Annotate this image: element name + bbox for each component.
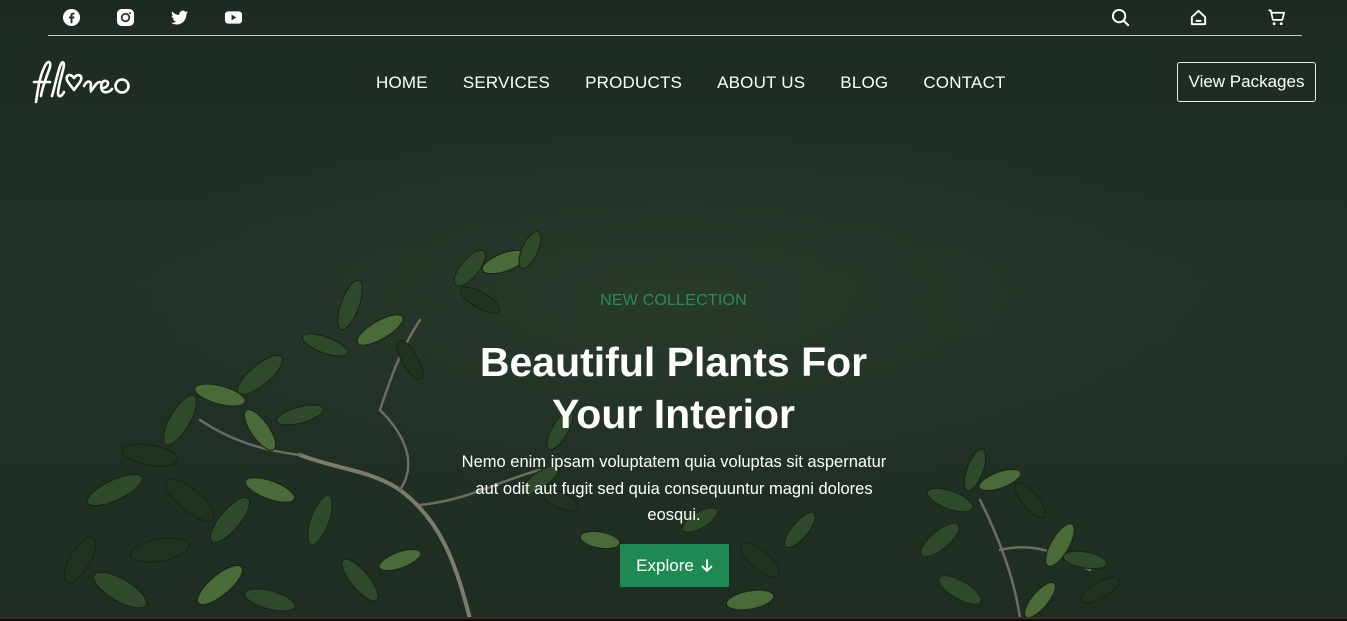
youtube-icon[interactable] (224, 8, 243, 27)
nav-item-services[interactable]: SERVICES (463, 72, 550, 94)
home-icon[interactable] (1189, 8, 1208, 27)
twitter-icon[interactable] (170, 8, 189, 27)
hero-title-line-1: Beautiful Plants For (479, 339, 868, 385)
header-utilities (1111, 8, 1286, 27)
hero-description-line-3: eosqui. (647, 506, 701, 524)
hero-title: Beautiful Plants For Your Interior (0, 336, 1347, 440)
cart-icon[interactable] (1267, 8, 1286, 27)
nav-item-blog[interactable]: BLOG (840, 72, 888, 94)
social-links (62, 8, 243, 27)
facebook-icon[interactable] (62, 8, 81, 27)
hero-kicker: NEW COLLECTION (600, 292, 747, 309)
instagram-icon[interactable] (116, 8, 135, 27)
brand-logo[interactable]: floreo (30, 52, 134, 110)
nav-item-products[interactable]: PRODUCTS (585, 72, 682, 94)
hero-section: floreo HOME SERVICES PRODUCTS ABOUT US B… (0, 0, 1347, 619)
hero-bottom-border (0, 617, 1347, 619)
nav-item-home[interactable]: HOME (376, 72, 428, 94)
top-bar (48, 0, 1302, 36)
view-packages-button[interactable]: View Packages (1177, 62, 1316, 102)
nav-item-about-us[interactable]: ABOUT US (717, 72, 805, 94)
hero-description: Nemo enim ipsam voluptatem quia voluptas… (441, 449, 907, 529)
main-nav: HOME SERVICES PRODUCTS ABOUT US BLOG CON… (376, 72, 1006, 94)
explore-button[interactable]: Explore (620, 544, 729, 587)
hero-title-line-2: Your Interior (552, 391, 795, 437)
search-icon[interactable] (1111, 8, 1130, 27)
explore-button-label: Explore (636, 555, 694, 575)
hero-description-line-2: aut odit aut fugit sed quia consequuntur… (475, 479, 873, 498)
hero-description-line-1: Nemo enim ipsam voluptatem quia voluptas… (461, 453, 887, 471)
arrow-down-icon (701, 558, 713, 572)
nav-item-contact[interactable]: CONTACT (923, 72, 1005, 94)
